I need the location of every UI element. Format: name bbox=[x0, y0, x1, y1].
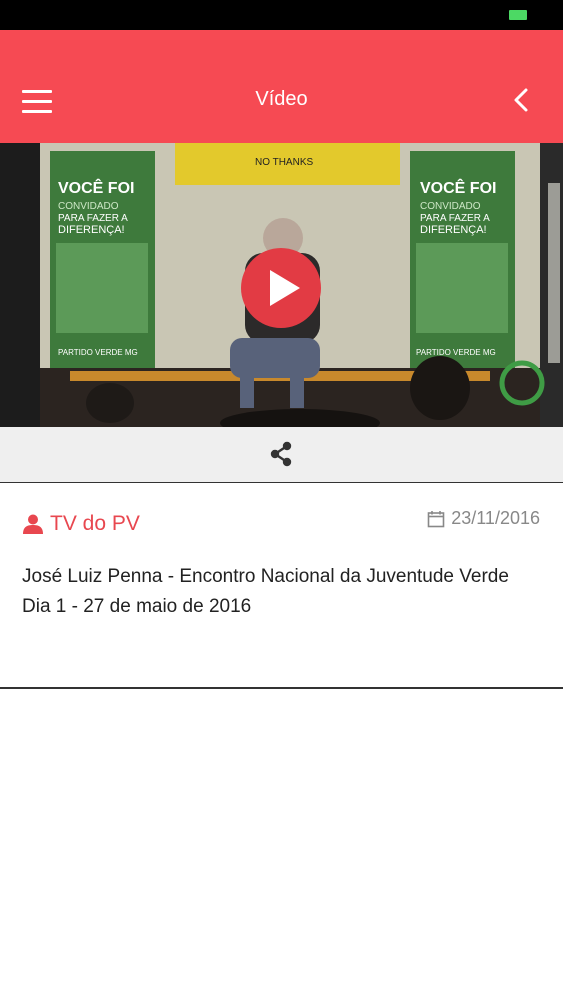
right-banner-line-3: PARA FAZER A bbox=[420, 213, 490, 224]
left-banner-line-3: PARA FAZER A bbox=[58, 213, 128, 224]
left-banner-line-4: DIFERENÇA! bbox=[58, 224, 125, 236]
page-title: Vídeo bbox=[255, 88, 308, 110]
back-chevron-icon[interactable] bbox=[509, 86, 533, 114]
left-party-text: PARTIDO VERDE MG bbox=[58, 348, 138, 357]
date-text: 23/11/2016 bbox=[451, 508, 540, 528]
left-banner-line-2: CONVIDADO bbox=[58, 201, 119, 212]
flag-text: NO THANKS bbox=[255, 157, 313, 168]
share-icon[interactable] bbox=[268, 440, 294, 468]
left-banner-line-1: VOCÊ FOI bbox=[58, 178, 134, 197]
right-banner-line-2: CONVIDADO bbox=[420, 201, 481, 212]
right-banner-line-4: DIFERENÇA! bbox=[420, 224, 487, 236]
user-icon bbox=[23, 514, 43, 534]
calendar-icon bbox=[427, 511, 445, 528]
description-line-1: José Luiz Penna - Encontro Nacional da J… bbox=[22, 566, 509, 587]
play-button[interactable] bbox=[241, 248, 321, 328]
post-date: 23/11/2016 bbox=[427, 508, 540, 529]
right-party-text: PARTIDO VERDE MG bbox=[416, 348, 496, 357]
right-banner-line-1: VOCÊ FOI bbox=[420, 178, 496, 197]
description-line-2: Dia 1 - 27 de maio de 2016 bbox=[22, 596, 252, 617]
status-bar bbox=[0, 0, 563, 30]
post-description: José Luiz Penna - Encontro Nacional da J… bbox=[22, 562, 542, 622]
author-name: TV do PV bbox=[50, 512, 140, 535]
play-icon bbox=[270, 270, 300, 306]
battery-icon bbox=[509, 10, 527, 20]
app-header: Vídeo bbox=[0, 30, 563, 143]
